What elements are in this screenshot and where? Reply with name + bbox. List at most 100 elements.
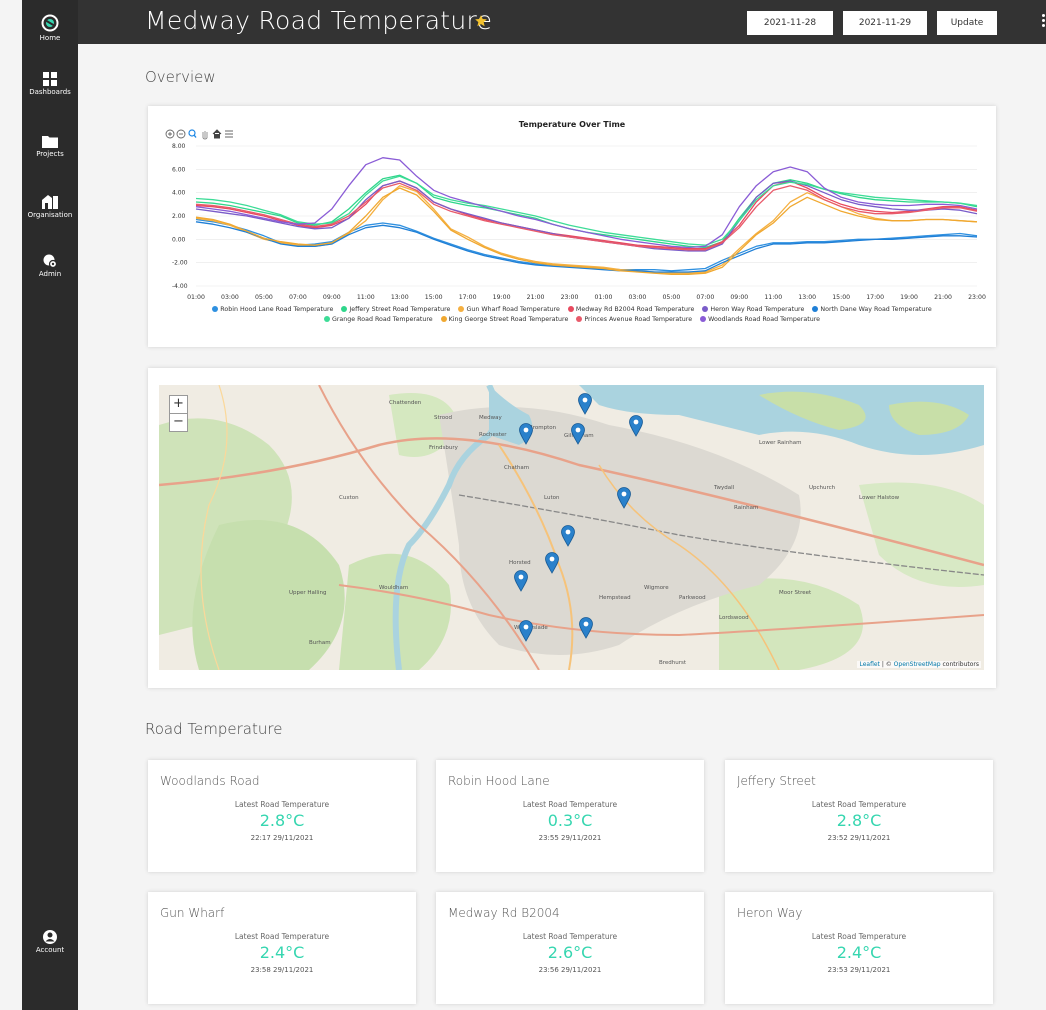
temperature-card[interactable]: Gun Wharf Latest Road Temperature 2.4°C 23:… — [148, 892, 416, 1004]
star-icon[interactable] — [474, 14, 488, 28]
map-marker-icon[interactable] — [629, 415, 643, 437]
sidebar-item-account[interactable]: Account — [22, 930, 78, 954]
x-tick-label: 13:00 — [391, 294, 409, 301]
header: Medway Road Temperature 2021-11-28 2021-… — [78, 0, 1046, 44]
map-attribution: Leaflet | © OpenStreetMap contributors — [857, 661, 981, 668]
map-marker-icon[interactable] — [545, 552, 559, 574]
map-marker-icon[interactable] — [519, 423, 533, 445]
x-tick-label: 03:00 — [221, 294, 239, 301]
map-card: StroodRochesterChathamGillinghamBrompton… — [148, 368, 996, 688]
series-line — [195, 157, 978, 249]
road-name: Woodlands Road — [160, 774, 260, 788]
zoom-in-button[interactable]: + — [169, 395, 188, 414]
x-tick-label: 13:00 — [798, 294, 816, 301]
map-marker-icon[interactable] — [617, 487, 631, 509]
map-marker-icon[interactable] — [578, 393, 592, 415]
map-place-label: Medway — [479, 415, 502, 421]
sidebar-item-label: Organisation — [27, 211, 73, 219]
map-marker-icon[interactable] — [519, 620, 533, 642]
temperature-card[interactable]: Medway Rd B2004 Latest Road Temperature 2.… — [436, 892, 704, 1004]
x-tick-label: 15:00 — [425, 294, 443, 301]
map-place-label: Moor Street — [779, 590, 812, 596]
legend-dot — [341, 306, 348, 312]
map-marker-icon[interactable] — [579, 617, 593, 639]
legend-item[interactable]: Grange Road Road Temperature — [323, 316, 433, 323]
sidebar-item-organisation[interactable]: Organisation — [22, 194, 78, 219]
zoom-out-button[interactable]: − — [169, 413, 188, 432]
road-name: Heron Way — [737, 906, 803, 920]
attribution-suffix: contributors — [942, 661, 980, 668]
road-name: Medway Rd B2004 — [448, 906, 560, 920]
x-tick-label: 09:00 — [730, 294, 748, 301]
map-place-label: Chatham — [504, 465, 530, 471]
reading-timestamp: 23:53 29/11/2021 — [827, 966, 891, 974]
osm-link[interactable]: OpenStreetMap — [894, 661, 941, 668]
x-tick-label: 01:00 — [595, 294, 613, 301]
y-tick-label: 0.00 — [172, 236, 186, 243]
map-place-label: Lower Rainham — [759, 440, 802, 446]
map-place-label: Strood — [434, 415, 453, 421]
y-tick-label: 4.00 — [172, 190, 186, 197]
map-marker-icon[interactable] — [514, 570, 528, 592]
x-tick-label: 17:00 — [866, 294, 884, 301]
start-date-input[interactable]: 2021-11-28 — [747, 11, 833, 35]
temperature-card[interactable]: Robin Hood Lane Latest Road Temperature 0.… — [436, 760, 704, 872]
legend-label: North Dane Way Road Temperature — [820, 306, 932, 313]
update-button[interactable]: Update — [937, 11, 997, 35]
series-line — [195, 180, 978, 250]
page-title: Medway Road Temperature — [145, 6, 493, 35]
legend-item[interactable]: Medway Rd B2004 Road Temperature — [567, 306, 695, 313]
road-name: Gun Wharf — [160, 906, 225, 920]
map-place-label: Twydall — [714, 485, 735, 491]
legend-item[interactable]: Woodlands Road Road Temperature — [700, 316, 820, 323]
legend-item[interactable]: North Dane Way Road Temperature — [812, 306, 932, 313]
sidebar-item-projects[interactable]: Projects — [22, 134, 78, 158]
x-tick-label: 03:00 — [629, 294, 647, 301]
latest-temperature-label: Latest Road Temperature — [234, 932, 330, 941]
legend-dot — [576, 316, 583, 322]
temperature-value: 0.3°C — [547, 811, 593, 830]
map-marker-icon[interactable] — [561, 525, 575, 547]
temperature-card[interactable]: Woodlands Road Latest Road Temperature 2.8… — [148, 760, 416, 872]
legend-item[interactable]: Robin Hood Lane Road Temperature — [212, 306, 333, 313]
map-place-label: Hempstead — [599, 595, 631, 601]
legend-label: Medway Rd B2004 Road Temperature — [575, 306, 695, 313]
x-tick-label: 07:00 — [696, 294, 714, 301]
legend-item[interactable]: King George Street Road Temperature — [440, 316, 568, 323]
x-tick-label: 01:00 — [187, 294, 205, 301]
temperature-value: 2.6°C — [547, 943, 593, 962]
y-tick-label: -2.00 — [172, 260, 188, 267]
map-place-label: Wigmore — [644, 585, 669, 591]
sidebar-item-home[interactable]: Home — [22, 14, 78, 42]
legend-label: Gun Wharf Road Temperature — [466, 306, 560, 313]
legend-label: Heron Way Road Temperature — [710, 306, 805, 313]
chart-legend: Robin Hood Lane Road Temperature Jeffery… — [148, 305, 996, 325]
sidebar-item-admin[interactable]: Admin — [22, 254, 78, 278]
temperature-value: 2.4°C — [836, 943, 882, 962]
leaflet-link[interactable]: Leaflet — [859, 661, 879, 668]
x-tick-label: 21:00 — [934, 294, 952, 301]
map-place-label: Chattenden — [389, 400, 422, 406]
map-marker-icon[interactable] — [571, 423, 585, 445]
temperature-card[interactable]: Jeffery Street Latest Road Temperature 2.8… — [725, 760, 993, 872]
sidebar-item-label: Home — [39, 34, 61, 42]
map[interactable]: StroodRochesterChathamGillinghamBrompton… — [159, 385, 984, 670]
legend-item[interactable]: Heron Way Road Temperature — [702, 306, 804, 313]
x-tick-label: 11:00 — [764, 294, 782, 301]
y-tick-label: 6.00 — [172, 166, 186, 173]
legend-dot — [440, 316, 447, 322]
temperature-card[interactable]: Heron Way Latest Road Temperature 2.4°C 23:… — [725, 892, 993, 1004]
legend-item[interactable]: Gun Wharf Road Temperature — [458, 306, 560, 313]
reading-timestamp: 23:55 29/11/2021 — [538, 834, 602, 842]
end-date-input[interactable]: 2021-11-29 — [843, 11, 927, 35]
legend-item[interactable]: Princes Avenue Road Temperature — [576, 316, 692, 323]
legend-dot — [458, 306, 465, 312]
sidebar-item-dashboards[interactable]: Dashboards — [22, 72, 78, 96]
map-place-label: Cuxton — [339, 495, 359, 501]
legend-item[interactable]: Jeffery Street Road Temperature — [341, 306, 450, 313]
more-menu-icon[interactable] — [1042, 14, 1046, 29]
sidebar: Home Dashboards Projects Organisation Ad… — [22, 0, 78, 1010]
x-tick-label: 11:00 — [357, 294, 375, 301]
temperature-value: 2.8°C — [836, 811, 882, 830]
road-name: Robin Hood Lane — [448, 774, 550, 788]
